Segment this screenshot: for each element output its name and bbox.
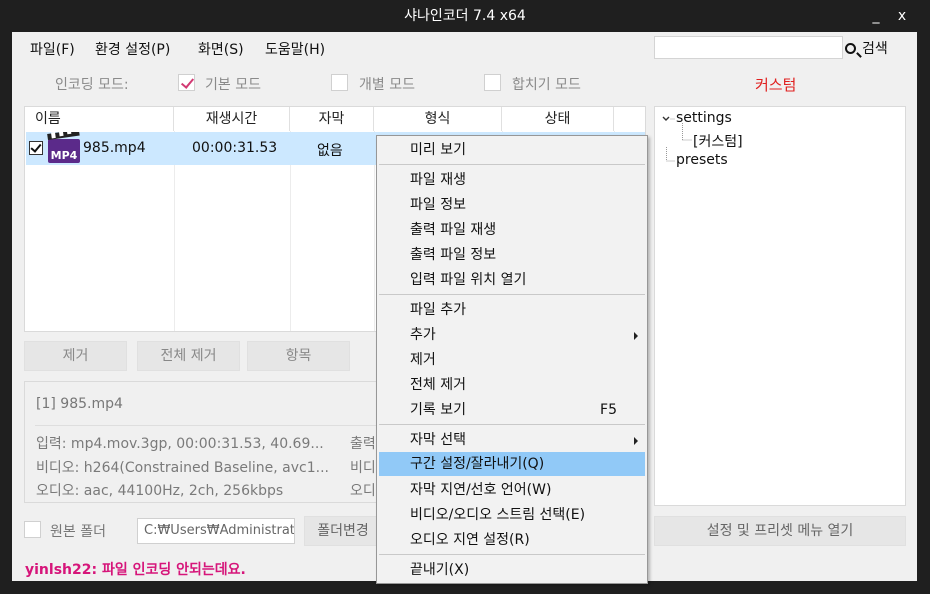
output-path-input[interactable]: C:₩Users₩Administrato bbox=[137, 518, 295, 544]
menu-item-exit[interactable]: 끝내기(X) bbox=[379, 558, 645, 582]
row-filename: 985.mp4 bbox=[83, 140, 146, 156]
menu-help[interactable]: 도움말(H) bbox=[265, 39, 325, 59]
column-duration[interactable]: 재생시간 bbox=[174, 107, 290, 131]
close-button[interactable]: x bbox=[890, 4, 914, 28]
menu-item-subtitle-select[interactable]: 자막 선택 bbox=[379, 428, 645, 452]
menu-item-audio-delay[interactable]: 오디오 지연 설정(R) bbox=[379, 528, 645, 552]
submenu-arrow-icon bbox=[634, 332, 638, 340]
menu-item-subtitle-label: 자막 선택 bbox=[410, 432, 466, 448]
change-folder-button[interactable]: 폴더변경 bbox=[304, 516, 382, 546]
individual-mode-checkbox[interactable] bbox=[331, 74, 348, 91]
menu-view[interactable]: 화면(S) bbox=[198, 39, 244, 59]
tree-item-settings[interactable]: settings bbox=[676, 110, 732, 126]
info-filename: [1] 985.mp4 bbox=[36, 396, 123, 412]
info-output-video: 비디 bbox=[350, 460, 376, 476]
title-bar[interactable]: 샤나인코더 7.4 x64 _ x bbox=[0, 0, 930, 32]
merge-mode-checkbox[interactable] bbox=[484, 74, 501, 91]
mp4-icon-text: MP4 bbox=[51, 149, 78, 162]
basic-mode-checkbox[interactable] bbox=[178, 74, 195, 91]
column-name[interactable]: 이름 bbox=[25, 107, 174, 131]
menu-item-output-play[interactable]: 출력 파일 재생 bbox=[379, 218, 645, 242]
search-icon bbox=[845, 43, 856, 54]
basic-mode-label[interactable]: 기본 모드 bbox=[205, 74, 261, 94]
menu-item-add[interactable]: 추가 bbox=[379, 323, 645, 347]
encoding-mode-label: 인코딩 모드: bbox=[55, 77, 129, 93]
menu-item-open-location[interactable]: 입력 파일 위치 열기 bbox=[379, 268, 645, 292]
row-duration: 00:00:31.53 bbox=[192, 140, 278, 156]
menu-item-remove-all[interactable]: 전체 제거 bbox=[379, 373, 645, 397]
chevron-down-icon bbox=[662, 116, 670, 121]
submenu-arrow-icon bbox=[634, 437, 638, 445]
menu-item-history-label: 기록 보기 bbox=[410, 402, 466, 418]
column-format[interactable]: 형식 bbox=[374, 107, 502, 131]
settings-tree[interactable]: settings [커스텀] presets bbox=[654, 106, 906, 506]
info-input: 입력: mp4.mov.3gp, 00:00:31.53, 40.69... bbox=[36, 436, 324, 452]
menu-item-subtitle-delay[interactable]: 자막 지연/선호 언어(W) bbox=[379, 478, 645, 502]
search-button[interactable]: 검색 bbox=[845, 38, 888, 58]
menu-item-cut[interactable]: 구간 설정/잘라내기(Q) bbox=[379, 452, 645, 476]
individual-mode-label[interactable]: 개별 모드 bbox=[359, 74, 415, 94]
source-folder-label[interactable]: 원본 폴더 bbox=[50, 521, 106, 541]
row-subtitle: 없음 bbox=[317, 143, 343, 159]
custom-preset-label: 커스텀 bbox=[755, 76, 797, 94]
app-window: 샤나인코더 7.4 x64 _ x 파일(F) 환경 설정(P) 화면(S) 도… bbox=[0, 0, 930, 594]
source-folder-checkbox[interactable] bbox=[24, 521, 41, 538]
menu-settings[interactable]: 환경 설정(P) bbox=[95, 39, 170, 59]
search-label: 검색 bbox=[862, 41, 888, 57]
search-input[interactable] bbox=[654, 36, 843, 59]
items-button[interactable]: 항목 bbox=[247, 341, 350, 371]
remove-all-button[interactable]: 전체 제거 bbox=[137, 341, 240, 371]
window-title: 샤나인코더 7.4 x64 bbox=[404, 8, 526, 24]
menu-separator bbox=[379, 164, 645, 165]
menu-item-play[interactable]: 파일 재생 bbox=[379, 168, 645, 192]
menu-bar: 파일(F) 환경 설정(P) 화면(S) 도움말(H) 검색 bbox=[12, 32, 917, 62]
info-output-audio: 오디 bbox=[350, 483, 376, 499]
menu-item-remove[interactable]: 제거 bbox=[379, 348, 645, 372]
column-status[interactable]: 상태 bbox=[502, 107, 614, 131]
menu-item-add-file[interactable]: 파일 추가 bbox=[379, 298, 645, 322]
context-menu: 미리 보기 파일 재생 파일 정보 출력 파일 재생 출력 파일 정보 입력 파… bbox=[376, 135, 648, 584]
menu-item-add-label: 추가 bbox=[410, 327, 436, 343]
menu-item-preview[interactable]: 미리 보기 bbox=[379, 138, 645, 162]
tree-item-presets[interactable]: presets bbox=[676, 152, 728, 168]
mp4-file-icon: MP4 bbox=[47, 132, 80, 163]
menu-item-output-info[interactable]: 출력 파일 정보 bbox=[379, 243, 645, 267]
menu-item-info[interactable]: 파일 정보 bbox=[379, 193, 645, 217]
menu-separator bbox=[379, 554, 645, 555]
open-settings-button[interactable]: 설정 및 프리셋 메뉴 열기 bbox=[654, 516, 906, 546]
info-video: 비디오: h264(Constrained Baseline, avc1... bbox=[36, 460, 329, 476]
menu-file[interactable]: 파일(F) bbox=[30, 39, 75, 59]
encoding-mode-bar: 인코딩 모드: 기본 모드 개별 모드 합치기 모드 커스텀 bbox=[12, 70, 917, 98]
tree-item-custom[interactable]: [커스텀] bbox=[693, 131, 743, 151]
menu-separator bbox=[379, 294, 645, 295]
column-extra bbox=[614, 107, 645, 131]
menu-item-stream-select[interactable]: 비디오/오디오 스트림 선택(E) bbox=[379, 503, 645, 527]
shortcut-f5: F5 bbox=[600, 402, 617, 418]
info-output: 출력 bbox=[350, 436, 376, 452]
column-subtitle[interactable]: 자막 bbox=[290, 107, 374, 131]
info-audio: 오디오: aac, 44100Hz, 2ch, 256kbps bbox=[36, 483, 284, 499]
row-checkbox[interactable] bbox=[29, 141, 43, 155]
menu-item-history[interactable]: 기록 보기 F5 bbox=[379, 398, 645, 422]
status-message: yinlsh22: 파일 인코딩 안되는데요. bbox=[25, 562, 246, 578]
merge-mode-label[interactable]: 합치기 모드 bbox=[512, 74, 581, 94]
remove-button[interactable]: 제거 bbox=[24, 341, 127, 371]
minimize-button[interactable]: _ bbox=[864, 4, 888, 28]
menu-separator bbox=[379, 424, 645, 425]
